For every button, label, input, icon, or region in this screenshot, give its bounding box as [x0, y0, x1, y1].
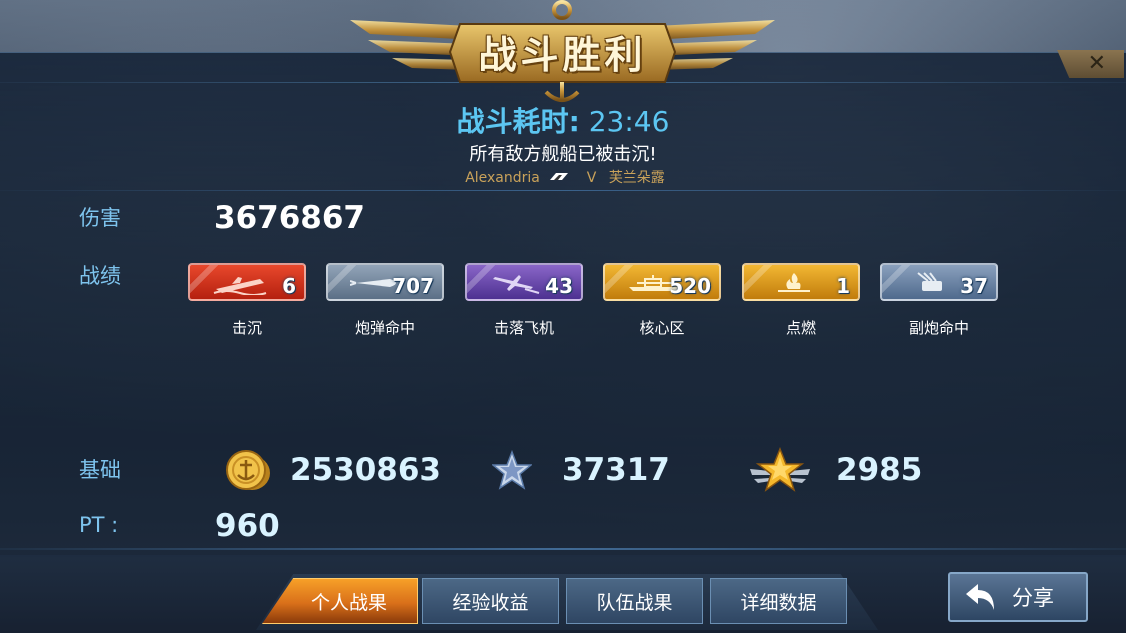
share-button[interactable]: 分享: [948, 572, 1088, 622]
stat-badge-sunk: 6: [188, 263, 306, 301]
stat-value-sunk: 6: [282, 274, 296, 298]
victory-title: 战斗胜利: [478, 33, 647, 77]
battle-duration: 战斗耗时: 23:46: [380, 104, 746, 140]
gold-winged-star-icon: [750, 447, 810, 492]
battle-duration-value: 23:46: [588, 105, 670, 138]
stat-label-secondary-hits: 副炮命中: [908, 319, 969, 337]
fire-icon: [778, 273, 810, 292]
stat-badge-shell-hits: 707: [326, 263, 444, 301]
opponent-ship-name: 芙兰朵露: [608, 170, 665, 186]
panel-divider: [0, 190, 1126, 191]
gold-coin-icon: [226, 450, 270, 490]
experience-value: 37317: [562, 452, 670, 488]
stat-badge-citadel: 520: [603, 263, 721, 301]
tab-experience-rewards[interactable]: 经验收益: [422, 578, 559, 624]
stat-label-shell-hits: 炮弹命中: [354, 319, 415, 337]
ship-sinking-icon: [213, 277, 267, 295]
close-icon: ✕: [1087, 51, 1106, 76]
ship-class-icon: [550, 168, 569, 188]
stat-label-fires: 点燃: [785, 319, 816, 337]
result-message: 所有敌方舰船已被击沉!: [469, 144, 657, 165]
coins-value: 2530863: [290, 452, 441, 488]
stat-value-secondary-hits: 37: [960, 274, 988, 298]
base-rewards-label: 基础: [79, 458, 121, 482]
versus-label: V: [586, 170, 597, 186]
rank-points-value: 2985: [836, 452, 923, 488]
pt-label: PT :: [79, 513, 119, 537]
share-label: 分享: [1012, 586, 1054, 610]
stat-badge-fires: 1: [742, 263, 860, 301]
aircraft-icon: [493, 275, 540, 294]
stat-badge-secondary-hits: 37: [880, 263, 998, 301]
stat-badge-planes-down: 43: [465, 263, 583, 301]
victory-emblem: 战斗胜利: [350, 0, 775, 105]
stat-value-planes-down: 43: [545, 274, 573, 298]
silver-star-icon: [492, 450, 532, 490]
panel-divider-bottom: [0, 548, 1126, 550]
return-arrow-icon: [966, 584, 994, 610]
stats-label: 战绩: [79, 264, 121, 288]
secondary-gun-icon: [917, 272, 942, 291]
stat-value-fires: 1: [836, 274, 850, 298]
tab-detailed-data[interactable]: 详细数据: [710, 578, 847, 624]
battle-duration-label: 战斗耗时:: [456, 105, 580, 138]
pt-value: 960: [215, 508, 280, 544]
tab-team-results[interactable]: 队伍战果: [566, 578, 703, 624]
stat-value-citadel: 520: [669, 274, 711, 298]
stat-label-sunk: 击沉: [231, 319, 262, 337]
stat-label-planes-down: 击落飞机: [493, 319, 554, 337]
damage-label: 伤害: [79, 206, 121, 230]
damage-value: 3676867: [214, 200, 365, 236]
matchup-line: Alexandria V 芙兰朵露: [420, 168, 710, 188]
stat-value-shell-hits: 707: [392, 274, 434, 298]
stat-label-citadel: 核心区: [639, 319, 685, 337]
player-ship-name: Alexandria: [465, 170, 540, 186]
